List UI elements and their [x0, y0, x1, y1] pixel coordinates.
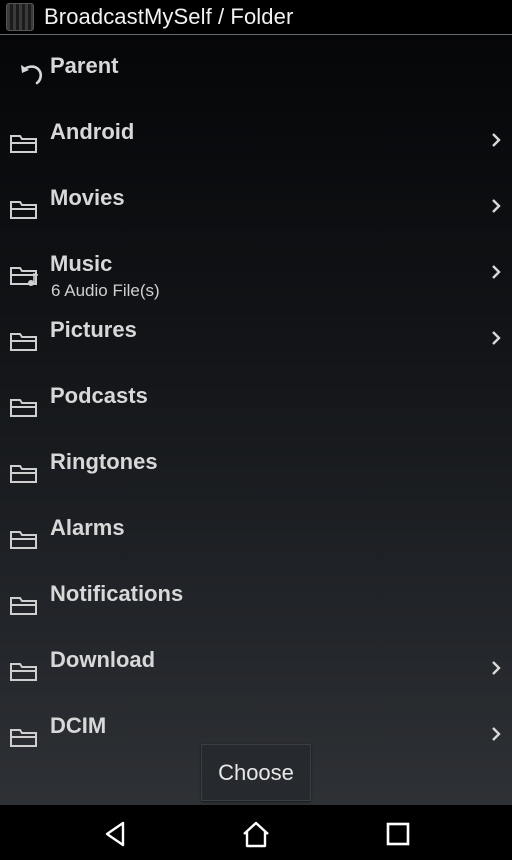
back-icon[interactable] [101, 819, 131, 849]
list-item[interactable]: Android [0, 101, 512, 167]
folder-icon [10, 201, 37, 219]
chevron-right-icon [492, 265, 501, 279]
chevron-right-icon [492, 727, 501, 741]
app-icon [6, 3, 34, 31]
folder-icon [10, 531, 37, 549]
list-item[interactable]: Alarms [0, 497, 512, 563]
list-item-label: Notifications [50, 581, 184, 606]
folder-icon [10, 597, 37, 615]
list-item-label: Android [50, 119, 135, 144]
folder-icon [10, 663, 37, 681]
chevron-right-icon [492, 661, 501, 675]
folder-icon [10, 399, 37, 417]
list-item[interactable]: Music 6 Audio File(s) [0, 233, 512, 300]
list-item-label: Alarms [50, 515, 125, 540]
folder-list[interactable]: Parent Android Movies Music 6 Audio File [0, 35, 512, 805]
list-item-parent[interactable]: Parent [0, 35, 512, 101]
list-item[interactable]: Ringtones [0, 431, 512, 497]
folder-icon [10, 729, 37, 747]
choose-button[interactable]: Choose [201, 744, 311, 801]
folder-icon [10, 135, 37, 153]
home-icon[interactable] [241, 819, 271, 849]
list-item[interactable]: Pictures [0, 299, 512, 365]
list-item-label: Pictures [50, 317, 137, 342]
list-item-label: Parent [50, 53, 119, 78]
navigation-bar [0, 805, 512, 860]
undo-arrow-icon [21, 65, 43, 85]
music-folder-icon [10, 267, 39, 286]
list-item[interactable]: Download [0, 629, 512, 695]
list-item-label: Movies [50, 185, 125, 210]
window-title: BroadcastMySelf / Folder [44, 4, 294, 29]
chevron-right-icon [492, 133, 501, 147]
list-item-subtitle: 6 Audio File(s) [51, 281, 160, 300]
folder-icon [10, 333, 37, 351]
list-item[interactable]: Notifications [0, 563, 512, 629]
title-bar: BroadcastMySelf / Folder [0, 0, 512, 35]
list-item-label: Ringtones [50, 449, 158, 474]
list-item-label: Download [50, 647, 156, 672]
recents-icon[interactable] [383, 819, 413, 849]
chevron-right-icon [492, 331, 501, 345]
list-item[interactable]: Podcasts [0, 365, 512, 431]
folder-icon [10, 465, 37, 483]
list-item-label: Podcasts [50, 383, 148, 408]
list-item-label: DCIM [50, 713, 107, 738]
chevron-right-icon [492, 199, 501, 213]
list-item-label: Music [50, 251, 113, 276]
list-item[interactable]: Movies [0, 167, 512, 233]
